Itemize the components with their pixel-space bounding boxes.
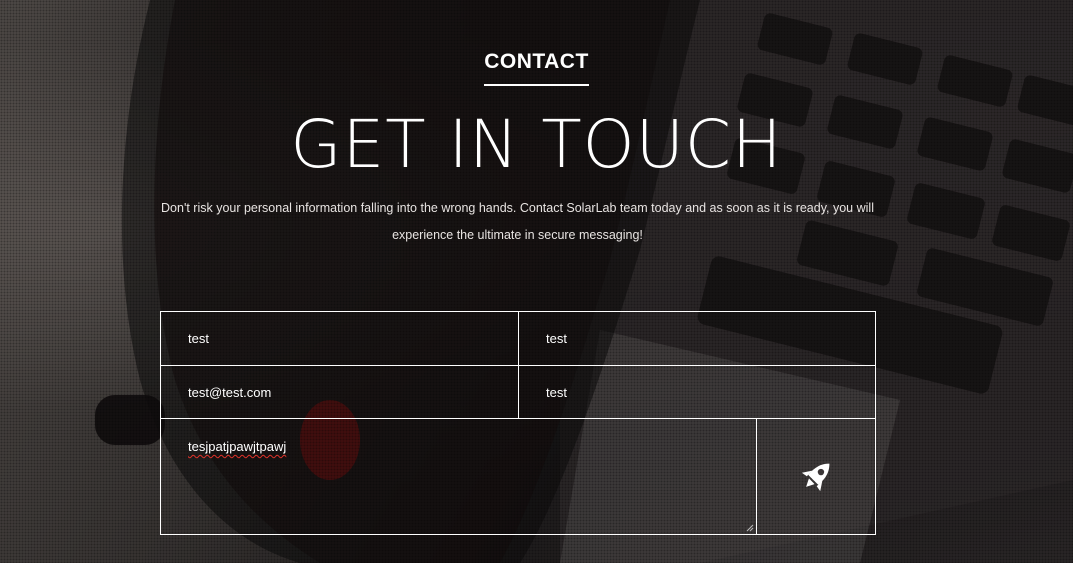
email-field[interactable]: test@test.com	[160, 365, 519, 419]
last-name-value: test	[546, 331, 567, 346]
last-name-field[interactable]: test	[518, 311, 876, 366]
subject-value: test	[546, 384, 567, 400]
message-textarea[interactable]: tesjpatjpawjtpawj	[160, 418, 757, 535]
rocket-icon	[801, 463, 830, 491]
message-value: tesjpatjpawjtpawj	[188, 439, 287, 454]
resize-handle-icon[interactable]	[746, 524, 754, 532]
first-name-field[interactable]: test	[160, 311, 519, 366]
subject-field[interactable]: test	[518, 365, 876, 419]
contact-form: test test test@test.com test tesjpatjpaw…	[160, 311, 876, 535]
submit-button[interactable]	[756, 418, 876, 535]
section-eyebrow: CONTACT	[0, 50, 1073, 86]
page-title: GET IN TOUCH	[290, 106, 783, 183]
contact-page: CONTACT GET IN TOUCH Don't risk your per…	[0, 0, 1073, 563]
section-description: Don't risk your personal information fal…	[161, 201, 874, 242]
section-eyebrow-label: CONTACT	[484, 50, 589, 86]
first-name-value: test	[188, 331, 209, 346]
email-value: test@test.com	[188, 384, 272, 400]
contact-section: CONTACT GET IN TOUCH Don't risk your per…	[0, 0, 1073, 563]
